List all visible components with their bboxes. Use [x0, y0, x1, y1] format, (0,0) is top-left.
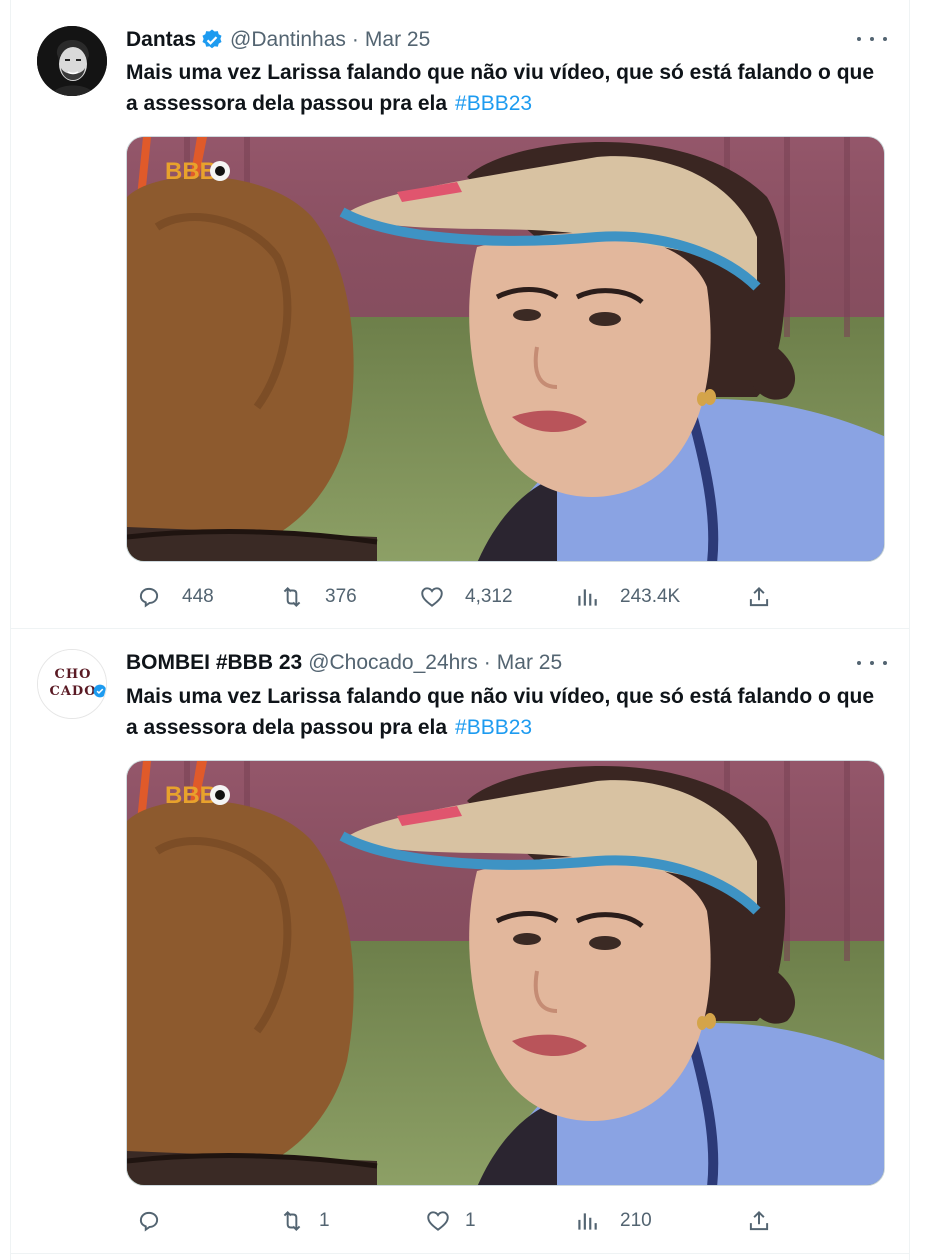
like-button[interactable]: 1 [425, 1206, 476, 1236]
tweet[interactable]: CHO CADO BOMBEI #BBB 23 @Chocado_24hrs ·… [11, 629, 909, 1254]
like-count: 4,312 [465, 586, 513, 607]
retweet-count: 376 [325, 586, 357, 607]
like-icon [421, 587, 443, 607]
bearded-man-avatar-icon [37, 26, 107, 96]
retweet-count: 1 [319, 1210, 330, 1231]
avatar[interactable] [37, 26, 107, 96]
tweet-media-image[interactable] [126, 136, 885, 562]
hashtag-link[interactable]: #BBB23 [455, 716, 532, 739]
author-name[interactable]: BOMBEI #BBB 23 [126, 651, 302, 675]
media-photo [127, 137, 885, 562]
tweet-date[interactable]: Mar 25 [365, 28, 430, 52]
verified-badge-icon [93, 684, 106, 698]
like-icon [427, 1211, 449, 1231]
reply-count: 448 [182, 586, 214, 607]
tweet-actions: 1 1 210 [126, 1206, 886, 1236]
views-icon [578, 1213, 597, 1230]
hashtag-link[interactable]: #BBB23 [455, 92, 532, 115]
retweet-icon [283, 586, 301, 608]
avatar[interactable]: CHO CADO [37, 649, 107, 719]
tweet-header: BOMBEI #BBB 23 @Chocado_24hrs · Mar 25 [126, 648, 562, 678]
views-count: 243.4K [620, 586, 681, 607]
separator: · [483, 651, 491, 674]
more-icon[interactable] [857, 29, 887, 49]
verified-badge-icon [202, 29, 222, 49]
tweet-media-image[interactable] [126, 760, 885, 1186]
views-button[interactable]: 243.4K [574, 582, 680, 612]
reply-button[interactable]: 448 [136, 582, 214, 612]
tweet[interactable]: Dantas @Dantinhas · Mar 25 Mais uma vez … [11, 0, 909, 629]
avatar-logo-line1: CHO [54, 667, 92, 682]
tweet-actions: 448 376 4,312 243.4K [126, 582, 886, 612]
share-icon [749, 586, 769, 607]
reply-icon [139, 587, 159, 608]
more-icon[interactable] [857, 653, 887, 673]
timeline-feed: Dantas @Dantinhas · Mar 25 Mais uma vez … [10, 0, 910, 1260]
like-button[interactable]: 4,312 [419, 582, 513, 612]
author-name[interactable]: Dantas [126, 28, 196, 52]
retweet-icon [283, 1210, 301, 1232]
tweet-text: Mais uma vez Larissa falando que não viu… [126, 681, 886, 743]
share-button[interactable] [746, 582, 772, 612]
author-handle[interactable]: @Dantinhas [230, 28, 346, 52]
tweet-date[interactable]: Mar 25 [497, 651, 562, 675]
share-button[interactable] [746, 1206, 772, 1236]
share-icon [749, 1210, 769, 1231]
views-button[interactable]: 210 [574, 1206, 652, 1236]
tweet-text: Mais uma vez Larissa falando que não viu… [126, 57, 886, 119]
author-handle[interactable]: @Chocado_24hrs [308, 651, 478, 675]
reply-icon [139, 1211, 159, 1232]
separator: · [351, 28, 359, 51]
retweet-button[interactable]: 1 [279, 1206, 330, 1236]
media-photo [127, 761, 885, 1186]
views-icon [578, 589, 597, 606]
views-count: 210 [620, 1210, 652, 1231]
reply-button[interactable] [136, 1206, 182, 1236]
retweet-button[interactable]: 376 [279, 582, 357, 612]
like-count: 1 [465, 1210, 476, 1231]
tweet-header: Dantas @Dantinhas · Mar 25 [126, 25, 430, 55]
